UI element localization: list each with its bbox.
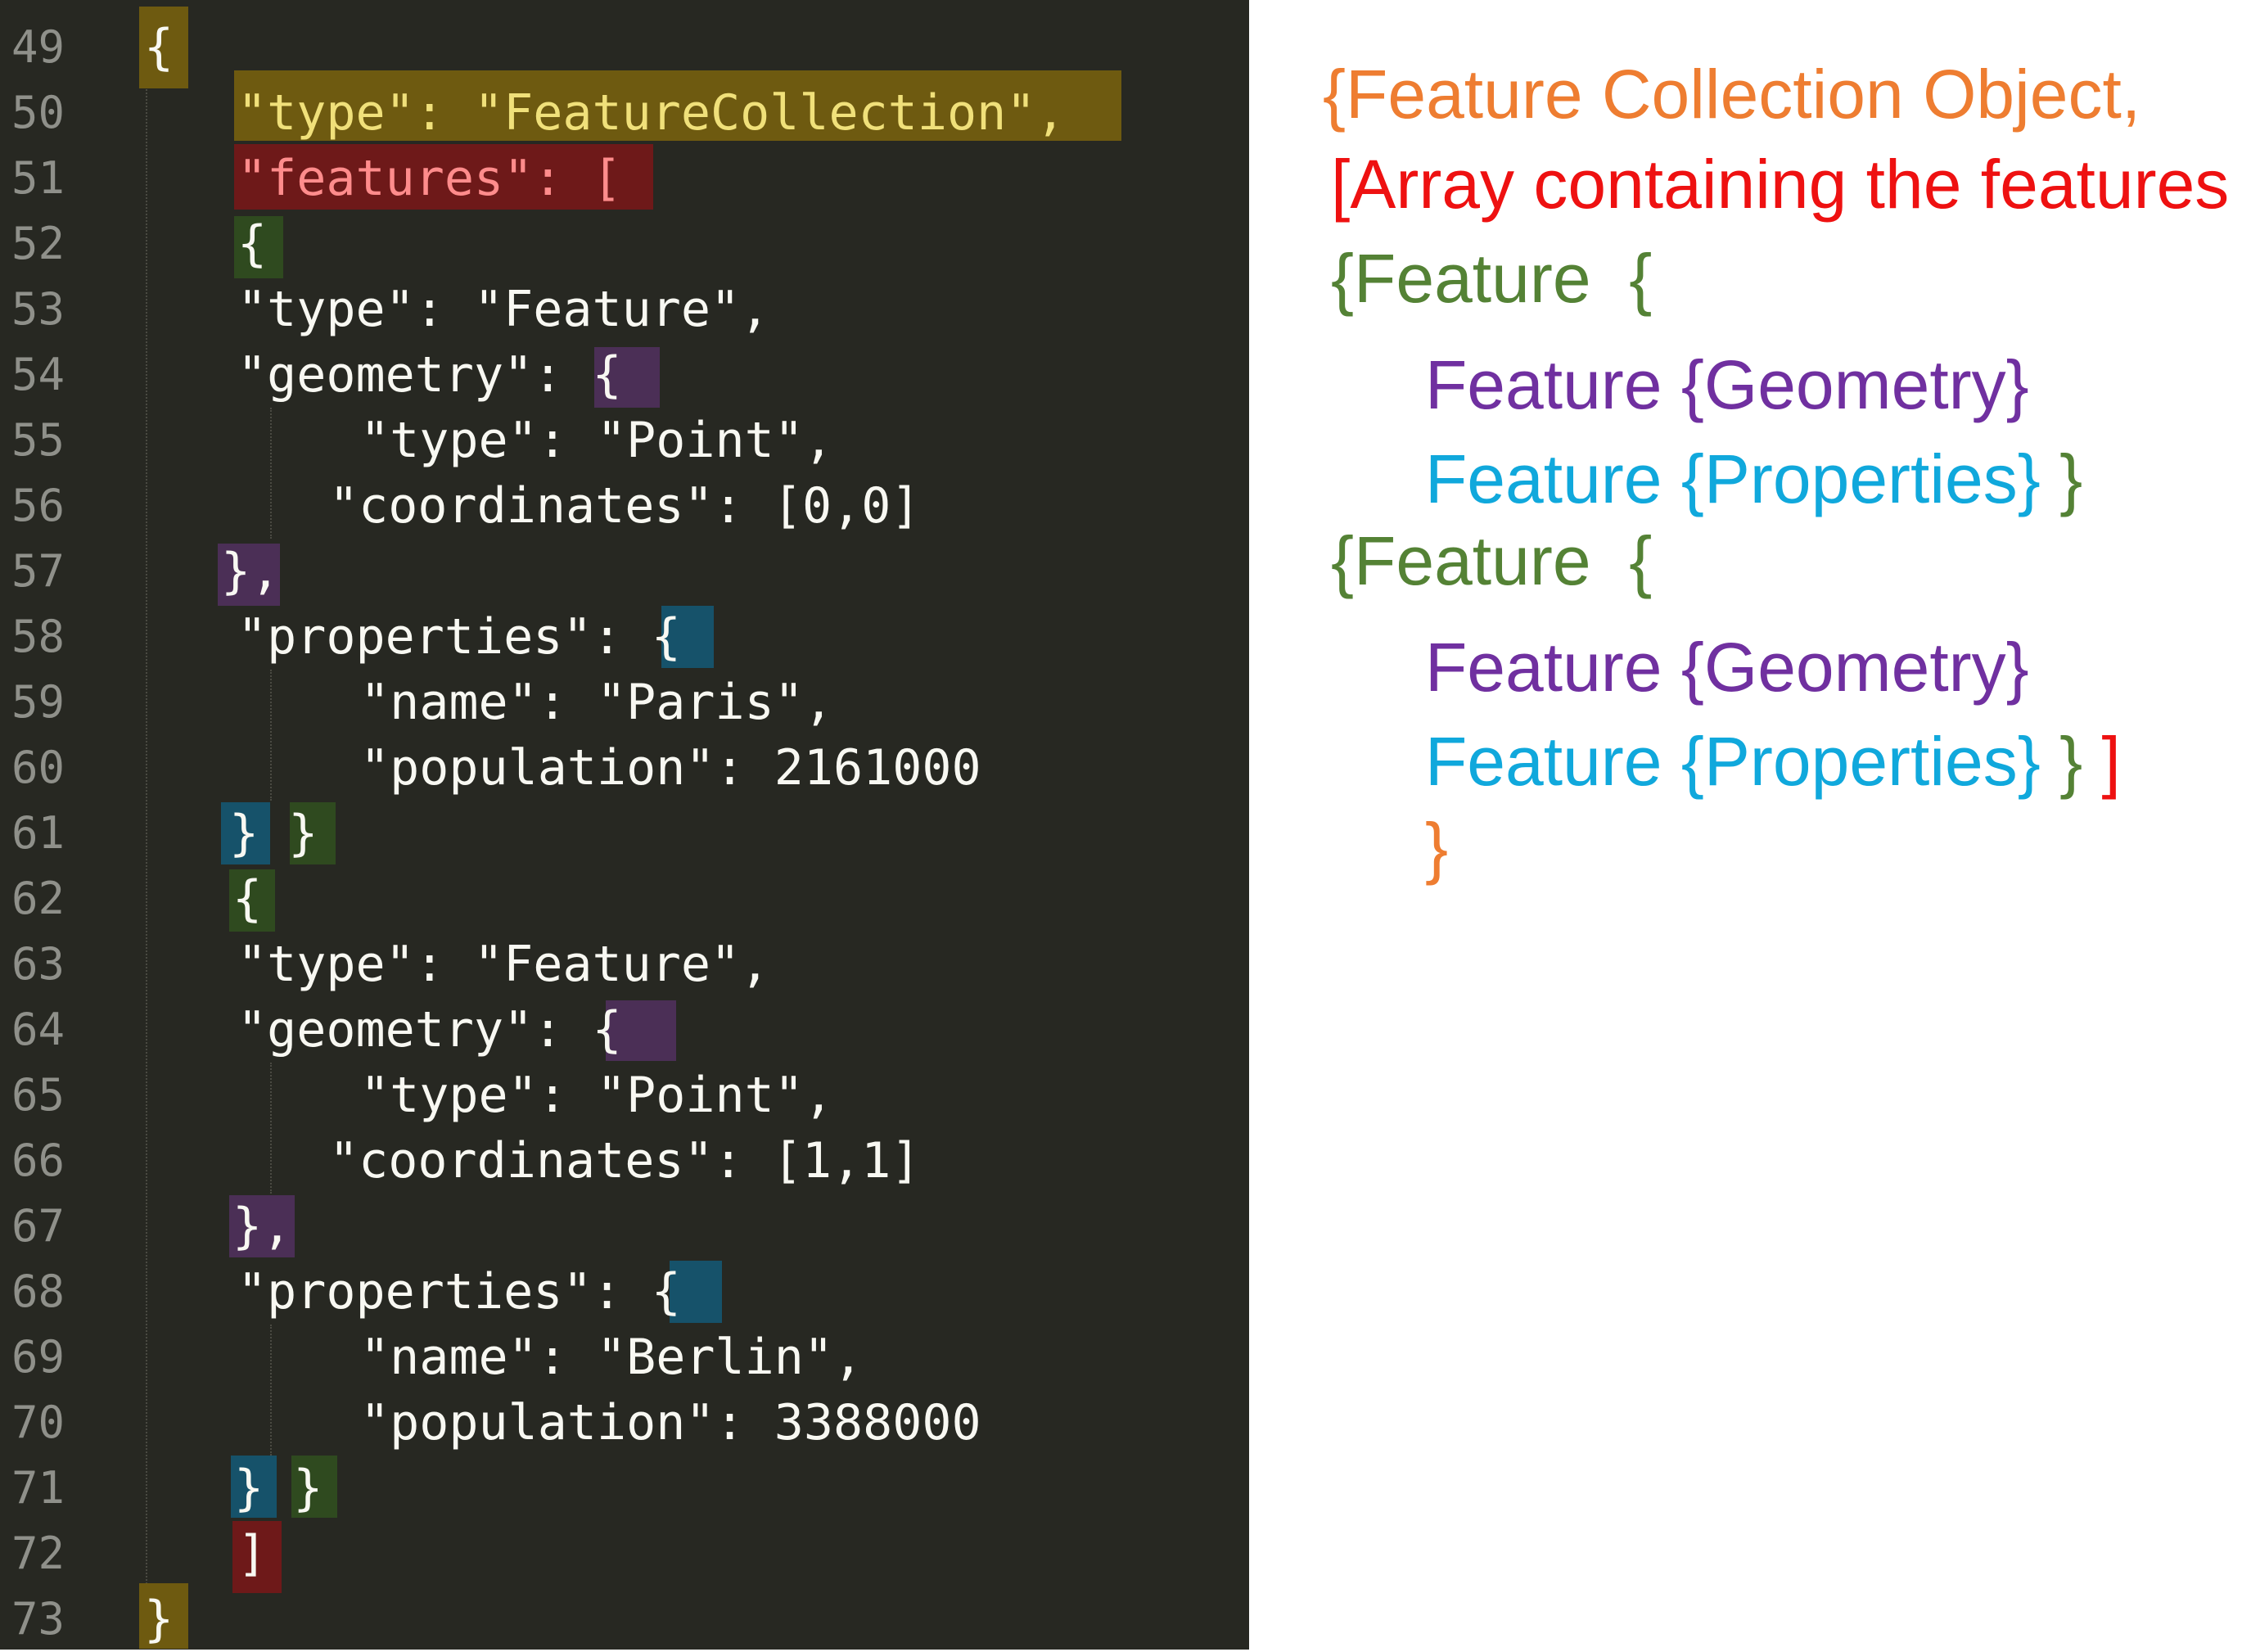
line-number: 53 xyxy=(11,283,65,335)
line-number: 59 xyxy=(11,676,65,728)
line-number: 70 xyxy=(11,1397,65,1448)
code-line: "type": "Point", xyxy=(360,1067,833,1124)
line-number: 50 xyxy=(11,87,65,138)
code-line: { xyxy=(232,870,263,928)
code-line: "name": "Paris", xyxy=(360,674,833,731)
line-number: 66 xyxy=(11,1135,65,1186)
legend-row: Feature {Properties} } xyxy=(1425,438,2082,520)
line-number: 57 xyxy=(11,545,65,597)
code-line: "coordinates": [0,0] xyxy=(329,477,921,535)
structure-legend: {Feature Collection Object, [Array conta… xyxy=(1249,0,2251,1650)
line-number: 62 xyxy=(11,873,65,924)
indent-guide xyxy=(270,408,272,539)
code-line: { xyxy=(237,215,268,273)
code-line: { xyxy=(144,19,174,76)
code-line: "population": 3388000 xyxy=(360,1394,981,1451)
indent-guide xyxy=(270,670,272,801)
line-number: 51 xyxy=(11,152,65,204)
code-line: "type": "FeatureCollection", xyxy=(237,84,1066,142)
legend-collection-close: } xyxy=(1425,809,1449,886)
line-number: 60 xyxy=(11,742,65,793)
code-line: }, xyxy=(232,1198,292,1255)
code-line: "coordinates": [1,1] xyxy=(329,1132,921,1189)
legend-row: Feature {Properties} } ] xyxy=(1425,720,2121,802)
legend-properties: Feature {Properties} xyxy=(1425,723,2041,800)
line-number: 61 xyxy=(11,807,65,859)
line-number: 65 xyxy=(11,1069,65,1121)
legend-geometry: Feature {Geometry} xyxy=(1425,629,2029,706)
indent-guide xyxy=(146,80,147,1587)
legend-feature-close: } xyxy=(2040,723,2083,800)
line-number: 54 xyxy=(11,349,65,400)
code-line: "population": 2161000 xyxy=(360,739,981,797)
legend-feature: {Feature { xyxy=(1331,240,1653,317)
code-line: "geometry": { xyxy=(237,1001,622,1058)
legend-properties: Feature {Properties} xyxy=(1425,440,2041,517)
code-line: } xyxy=(144,1591,174,1648)
code-line: ] xyxy=(237,1525,268,1582)
code-line: } } xyxy=(229,805,318,862)
line-number: 55 xyxy=(11,414,65,466)
legend-array: [Array containing the features xyxy=(1331,146,2230,223)
line-number: 49 xyxy=(11,21,65,73)
code-line: "type": "Feature", xyxy=(237,281,770,338)
code-line: "features": [ xyxy=(237,150,622,207)
line-number-gutter: 49 50 51 52 53 54 55 56 57 58 59 60 61 6… xyxy=(0,0,82,1650)
line-number: 67 xyxy=(11,1200,65,1252)
code-line: "type": "Feature", xyxy=(237,936,770,993)
code-line: "name": "Berlin", xyxy=(360,1329,864,1386)
line-number: 72 xyxy=(11,1528,65,1579)
line-number: 56 xyxy=(11,480,65,531)
indent-guide xyxy=(270,1063,272,1194)
code-line: }, xyxy=(221,543,281,600)
code-line: "geometry": { xyxy=(237,346,622,404)
code-line: "properties": { xyxy=(237,608,681,666)
line-number: 52 xyxy=(11,218,65,269)
code-line: "properties": { xyxy=(237,1263,681,1320)
indent-guide xyxy=(270,1325,272,1456)
line-number: 58 xyxy=(11,611,65,662)
code-line: "type": "Point", xyxy=(360,412,833,469)
legend-feature-close: } xyxy=(2040,440,2083,517)
legend-row: Feature {Geometry} xyxy=(1425,626,2029,708)
code-line: } } xyxy=(234,1460,323,1517)
code-editor[interactable]: 49 50 51 52 53 54 55 56 57 58 59 60 61 6… xyxy=(0,0,1249,1650)
line-number: 64 xyxy=(11,1004,65,1055)
legend-row: Feature {Geometry} xyxy=(1425,344,2029,426)
legend-feature: {Feature { xyxy=(1331,522,1653,599)
line-number: 68 xyxy=(11,1266,65,1317)
line-number: 73 xyxy=(11,1593,65,1645)
legend-geometry: Feature {Geometry} xyxy=(1425,346,2029,423)
line-number: 63 xyxy=(11,938,65,990)
legend-collection: {Feature Collection Object, xyxy=(1323,56,2141,133)
line-number: 69 xyxy=(11,1331,65,1383)
legend-array-close: ] xyxy=(2082,723,2121,800)
line-number: 71 xyxy=(11,1462,65,1514)
